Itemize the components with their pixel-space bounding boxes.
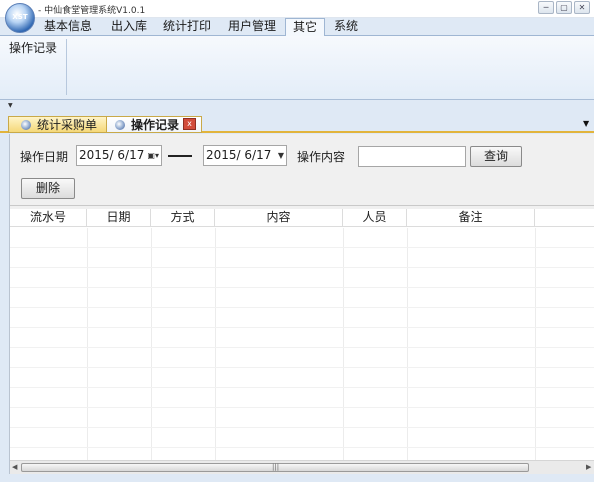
column-header-content[interactable]: 内容 <box>215 209 343 227</box>
column-header-date[interactable]: 日期 <box>87 209 151 227</box>
title-bar: XST - 中仙食堂管理系统V1.0.1 ─ ▢ ✕ <box>0 0 594 33</box>
tab-basic-info[interactable]: 基本信息 <box>36 18 100 36</box>
column-header-operator[interactable]: 人员 <box>343 209 407 227</box>
calendar-dropdown-icon[interactable]: ▣▾ <box>147 146 159 165</box>
tab-stock-in-out[interactable]: 出入库 <box>104 18 154 36</box>
doc-tab-label: 操作记录 <box>131 118 180 132</box>
operation-log-panel: 操作日期 2015/ 6/17 ▣▾ 2015/ 6/17 ▼ 操作内容 查询 … <box>9 134 594 474</box>
content-search-input[interactable] <box>358 146 466 167</box>
grid-divider <box>215 228 216 460</box>
ribbon-panel: 操作记录 <box>0 36 594 100</box>
tab-statistics-print[interactable]: 统计打印 <box>156 18 218 36</box>
column-header-method[interactable]: 方式 <box>151 209 215 227</box>
filter-bar: 操作日期 2015/ 6/17 ▣▾ 2015/ 6/17 ▼ 操作内容 查询 … <box>10 134 594 206</box>
date-range-separator <box>168 155 192 157</box>
app-logo-icon: XST <box>5 3 35 33</box>
grid-divider <box>10 387 594 388</box>
tabs-dropdown-icon[interactable]: ▼ <box>583 119 589 128</box>
document-tab-strip: 统计采购单 操作记录 x <box>0 114 594 133</box>
tab-other[interactable]: 其它 <box>285 18 325 37</box>
query-button[interactable]: 查询 <box>470 146 522 167</box>
grid-divider <box>10 327 594 328</box>
delete-button[interactable]: 删除 <box>21 178 75 199</box>
scroll-right-icon[interactable]: ▶ <box>586 463 591 471</box>
grid-divider <box>407 228 408 460</box>
grid-body <box>10 228 594 460</box>
grid-divider <box>10 347 594 348</box>
end-date-picker[interactable]: 2015/ 6/17 ▼ <box>203 145 287 166</box>
grid-divider <box>10 267 594 268</box>
window-controls: ─ ▢ ✕ <box>538 1 590 14</box>
grid-divider <box>151 228 152 460</box>
tab-system[interactable]: 系统 <box>328 18 364 36</box>
grid-divider <box>10 247 594 248</box>
grid-divider <box>10 287 594 288</box>
ribbon-separator <box>66 39 67 95</box>
grid-divider <box>535 228 536 460</box>
grid-header: 流水号 日期 方式 内容 人员 备注 <box>10 209 594 227</box>
column-header-serial[interactable]: 流水号 <box>10 209 87 227</box>
scroll-grip-icon: ||| <box>272 463 280 471</box>
grid-divider <box>10 307 594 308</box>
column-header-remark[interactable]: 备注 <box>407 209 535 227</box>
minimize-button[interactable]: ─ <box>538 1 554 14</box>
close-window-button[interactable]: ✕ <box>574 1 590 14</box>
horizontal-scrollbar[interactable]: ◀ ||| ▶ <box>10 460 594 474</box>
maximize-button[interactable]: ▢ <box>556 1 572 14</box>
close-tab-button[interactable]: x <box>183 118 196 130</box>
grid-divider <box>343 228 344 460</box>
doc-tab-label: 统计采购单 <box>37 118 98 132</box>
chevron-down-icon[interactable]: ▼ <box>278 146 284 165</box>
scroll-left-icon[interactable]: ◀ <box>12 463 17 471</box>
ribbon-tab-bar: 基本信息 出入库 统计打印 用户管理 其它 系统 <box>0 18 594 37</box>
grid-divider <box>87 228 88 460</box>
grid-divider <box>10 407 594 408</box>
tab-circle-icon <box>21 120 31 130</box>
grid-divider <box>10 447 594 448</box>
end-date-value: 2015/ 6/17 <box>206 148 272 162</box>
content-label: 操作内容 <box>297 150 346 164</box>
start-date-value: 2015/ 6/17 <box>79 148 145 162</box>
tab-user-management[interactable]: 用户管理 <box>222 18 282 36</box>
doc-tab-purchase-stats[interactable]: 统计采购单 <box>8 116 108 133</box>
start-date-picker[interactable]: 2015/ 6/17 ▣▾ <box>76 145 162 166</box>
date-label: 操作日期 <box>20 150 69 164</box>
grid-divider <box>10 367 594 368</box>
ribbon-collapse-icon[interactable]: ▼ <box>8 102 13 109</box>
tab-circle-icon <box>115 120 125 130</box>
scrollbar-thumb[interactable]: ||| <box>21 463 529 472</box>
window-title: - 中仙食堂管理系统V1.0.1 <box>38 6 146 16</box>
ribbon-item-operation-log[interactable]: 操作记录 <box>9 39 57 56</box>
operation-log-grid[interactable]: 流水号 日期 方式 内容 人员 备注 <box>10 209 594 460</box>
grid-divider <box>10 427 594 428</box>
